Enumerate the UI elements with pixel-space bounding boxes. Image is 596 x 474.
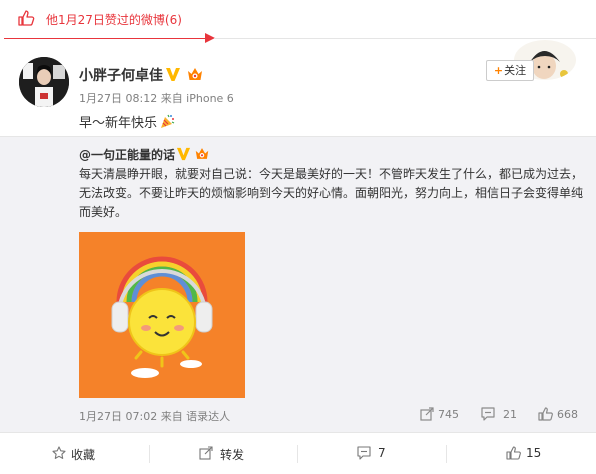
forward-button[interactable]: 转发: [199, 433, 259, 474]
post-text-content: 早～新年快乐: [79, 116, 158, 131]
avatar[interactable]: [19, 57, 69, 107]
thumb-up-icon: [506, 446, 521, 460]
active-tab-underline: [4, 38, 207, 39]
favorite-label: 收藏: [71, 448, 96, 462]
repost-author[interactable]: @一句正能量的话: [79, 146, 175, 163]
plus-icon: +: [493, 64, 504, 77]
divider: [446, 445, 447, 463]
divider: [297, 445, 298, 463]
repost-like-stat[interactable]: 668: [538, 407, 582, 423]
repost-comment-stat[interactable]: 21: [481, 407, 519, 423]
comment-count: 21: [503, 408, 517, 421]
post-text: 早～新年快乐: [79, 112, 175, 131]
comment-icon: [357, 446, 371, 460]
party-popper-icon: [159, 113, 175, 129]
repost-forward-stat[interactable]: 745: [420, 407, 462, 423]
feed-card: 小胖子何卓佳 1月27日 08:12 来自 iPhone 6 早～新年快乐 +关…: [0, 40, 596, 474]
sun-image[interactable]: [79, 232, 245, 398]
forward-icon: [420, 407, 434, 421]
like-count: 15: [526, 446, 542, 460]
divider: [149, 445, 150, 463]
verified-v-icon: [165, 66, 181, 82]
comment-button[interactable]: 7: [357, 433, 397, 474]
like-button[interactable]: 15: [506, 433, 546, 474]
post-meta[interactable]: 1月27日 08:12 来自 iPhone 6: [79, 90, 234, 106]
liked-header: 他1月27日赞过的微博(6): [0, 0, 596, 44]
thumb-up-icon: [17, 9, 35, 27]
comment-count: 7: [378, 446, 386, 460]
divider: [214, 38, 596, 39]
action-bar: 收藏 转发 7 15: [0, 432, 596, 474]
forward-label: 转发: [220, 448, 245, 462]
forward-count: 745: [438, 408, 459, 421]
follow-label: 关注: [504, 64, 527, 77]
star-icon: [52, 446, 66, 459]
repost-time[interactable]: 1月27日 07:02 来自 语录达人: [79, 408, 230, 424]
verified-v-icon: [176, 146, 191, 161]
follow-button[interactable]: +关注: [486, 60, 534, 81]
comment-icon: [481, 407, 495, 421]
forward-icon: [199, 446, 213, 460]
favorite-button[interactable]: 收藏: [52, 433, 112, 474]
member-crown-icon[interactable]: [186, 66, 204, 82]
thumb-up-icon: [538, 407, 553, 421]
repost-body: 每天清晨睁开眼，就要对自己说：今天是最美好的一天！不管昨天发生了什么，都已成为过…: [79, 167, 584, 219]
like-count: 668: [557, 408, 578, 421]
author-name[interactable]: 小胖子何卓佳: [79, 65, 163, 85]
reposted-weibo: @一句正能量的话 每天清晨睁开眼，就要对自己说：今天是最美好的一天！不管昨天发生…: [0, 136, 596, 432]
liked-title[interactable]: 他1月27日赞过的微博(6): [46, 11, 182, 28]
member-crown-icon[interactable]: [194, 146, 210, 161]
